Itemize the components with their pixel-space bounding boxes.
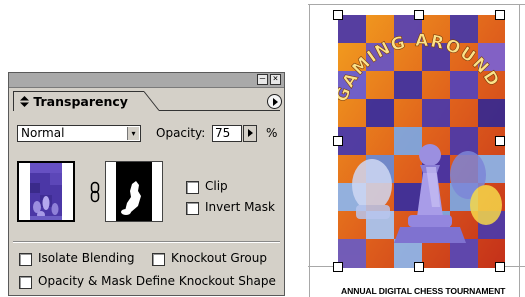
opacity-unit: % — [266, 126, 278, 140]
tab-label: Transparency — [20, 94, 128, 109]
selection-handle-bottom-right[interactable] — [495, 262, 505, 272]
up-down-arrows-icon — [20, 96, 29, 107]
minimize-button[interactable]: – — [257, 74, 268, 85]
poster-image: GAMING AROUND — [338, 15, 505, 268]
mask-thumbnail-image — [106, 162, 162, 221]
selection-handle-bottom-center[interactable] — [414, 262, 424, 272]
selection-handle-mid-left[interactable] — [333, 136, 343, 146]
opacity-mask-knockout-checkbox[interactable] — [19, 276, 32, 289]
page-guide-top — [308, 4, 525, 5]
knockout-group-checkbox[interactable] — [152, 253, 165, 266]
isolate-blending-checkbox[interactable] — [19, 253, 32, 266]
artwork-thumbnail[interactable] — [17, 161, 75, 222]
blend-mode-value: Normal — [21, 126, 65, 140]
tab-transparency[interactable]: Transparency — [13, 91, 145, 111]
panel-title: Transparency — [33, 94, 128, 109]
page-guide-left — [309, 4, 310, 297]
close-button[interactable]: × — [270, 74, 281, 85]
blend-mode-select[interactable]: Normal ▾ — [17, 125, 141, 142]
opacity-input[interactable]: 75 — [212, 125, 242, 142]
transparency-panel: – × Transparency Normal ▾ Opacity: 75 % — [8, 72, 285, 296]
invert-mask-label: Invert Mask — [205, 200, 275, 214]
selection-handle-mid-right[interactable] — [495, 136, 505, 146]
mask-thumbnail[interactable] — [105, 161, 163, 222]
opacity-slider-button[interactable] — [243, 125, 257, 142]
isolate-blending-label: Isolate Blending — [38, 251, 135, 265]
opacity-mask-knockout-label: Opacity & Mask Define Knockout Shape — [38, 274, 276, 288]
divider — [13, 241, 280, 243]
selection-handle-top-left[interactable] — [333, 10, 343, 20]
chevron-down-icon[interactable]: ▾ — [127, 127, 139, 140]
panel-title-bar[interactable]: – × — [9, 73, 284, 88]
poster-caption: ANNUAL DIGITAL CHESS TOURNAMENT — [341, 286, 506, 296]
selection-handle-top-right[interactable] — [495, 10, 505, 20]
tab-edge — [144, 91, 160, 111]
artwork-thumbnail-image — [19, 163, 73, 220]
selection-handle-bottom-left[interactable] — [333, 262, 343, 272]
invert-mask-checkbox[interactable] — [186, 202, 199, 215]
knockout-group-label: Knockout Group — [171, 251, 267, 265]
clip-label: Clip — [205, 179, 228, 193]
tab-baseline — [159, 110, 280, 111]
page-guide-right — [519, 4, 520, 297]
poster-artwork[interactable]: GAMING AROUND — [338, 15, 505, 268]
opacity-label: Opacity: — [156, 126, 206, 140]
link-chain-icon[interactable] — [89, 181, 101, 203]
clip-checkbox[interactable] — [186, 181, 199, 194]
panel-menu-button[interactable] — [267, 94, 282, 109]
selection-handle-top-center[interactable] — [414, 10, 424, 20]
